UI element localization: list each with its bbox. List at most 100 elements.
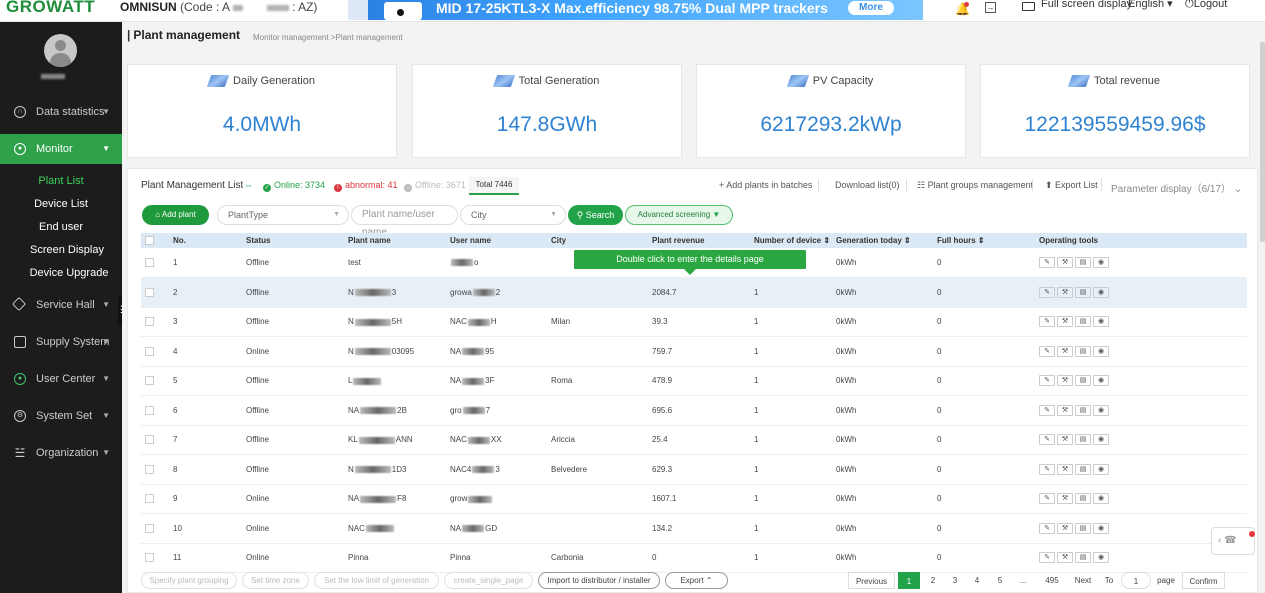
sidebar-subitem-plant-list[interactable]: Plant List bbox=[0, 171, 122, 191]
page-last-button[interactable]: 495 bbox=[1038, 572, 1066, 589]
specify-grouping-button[interactable]: Specify plant grouping bbox=[141, 572, 237, 589]
report-icon[interactable]: ▤ bbox=[1075, 434, 1091, 446]
report-icon[interactable]: ▤ bbox=[1075, 316, 1091, 328]
row-checkbox[interactable] bbox=[145, 258, 154, 268]
page-3-button[interactable]: 3 bbox=[946, 572, 964, 589]
download-list-button[interactable]: Download list(0) bbox=[835, 180, 900, 190]
eye-icon[interactable]: ◉ bbox=[1093, 522, 1109, 534]
settings-icon[interactable]: ⚒ bbox=[1057, 404, 1073, 416]
row-checkbox-cell[interactable] bbox=[141, 454, 169, 485]
edit-icon[interactable]: ✎ bbox=[1039, 286, 1055, 298]
settings-icon[interactable]: ⚒ bbox=[1057, 316, 1073, 328]
abnormal-filter[interactable]: ! abnormal: 41 bbox=[334, 180, 398, 192]
row-user-name[interactable]: NAC XX bbox=[446, 425, 547, 455]
settings-icon[interactable]: ⚒ bbox=[1057, 434, 1073, 446]
table-row[interactable]: 4 Online N 03095 NA 95 759.7 1 0kWh 0 ✎ ⚒ ▤ ◉ bbox=[141, 336, 1247, 367]
eye-icon[interactable]: ◉ bbox=[1093, 404, 1109, 416]
row-checkbox-cell[interactable] bbox=[141, 336, 169, 367]
sidebar-item-monitor[interactable]: ● Monitor ▼ bbox=[0, 134, 122, 164]
settings-icon[interactable]: ⚒ bbox=[1057, 522, 1073, 534]
floating-help-button[interactable]: ‹ ☎ bbox=[1211, 527, 1255, 555]
row-checkbox-cell[interactable] bbox=[141, 307, 169, 337]
report-icon[interactable]: ▤ bbox=[1075, 493, 1091, 505]
table-row[interactable]: 2 Offline N 3 growa 2 2084.7 1 0kWh 0 ✎ ⚒ ▤ ◉ bbox=[141, 277, 1247, 308]
sidebar-subitem-screen-display[interactable]: Screen Display bbox=[0, 240, 122, 260]
sidebar-item-user-center[interactable]: ● User Center ▼ bbox=[0, 364, 122, 394]
settings-icon[interactable]: ⚒ bbox=[1057, 552, 1073, 564]
sidebar-subitem-device-upgrade[interactable]: Device Upgrade bbox=[0, 263, 122, 283]
select-all-checkbox-cell[interactable] bbox=[141, 233, 169, 248]
language-select[interactable]: English ▾ bbox=[1128, 0, 1173, 10]
settings-icon[interactable]: ⚒ bbox=[1057, 257, 1073, 268]
report-icon[interactable]: ▤ bbox=[1075, 552, 1091, 564]
row-user-name[interactable]: grow bbox=[446, 484, 547, 514]
eye-icon[interactable]: ◉ bbox=[1093, 257, 1109, 268]
confirm-page-button[interactable]: Confirm bbox=[1182, 572, 1225, 589]
row-plant-name[interactable]: N 1D3 bbox=[344, 454, 446, 485]
search-button[interactable]: ⚲ Search bbox=[568, 205, 623, 225]
table-row[interactable]: 8 Offline N 1D3 NAC4 3 Belvedere 629.3 1 0kWh 0 ✎ ⚒ ▤… bbox=[141, 454, 1247, 485]
sidebar-item-service-hall[interactable]: Service Hall ▼ bbox=[0, 290, 122, 320]
add-batch-button[interactable]: + Add plants in batches bbox=[719, 180, 812, 190]
set-time-zone-button[interactable]: Set time zone bbox=[242, 572, 309, 589]
row-plant-name[interactable]: NAC bbox=[344, 513, 446, 544]
col-number-of-device[interactable]: Number of device ⇕ bbox=[750, 233, 832, 248]
advanced-screening-button[interactable]: Advanced screening ▼ bbox=[625, 205, 733, 225]
edit-icon[interactable]: ✎ bbox=[1039, 463, 1055, 475]
row-plant-name[interactable]: Pinna bbox=[344, 543, 446, 573]
page-4-button[interactable]: 4 bbox=[968, 572, 986, 589]
row-checkbox[interactable] bbox=[145, 405, 154, 415]
row-plant-name[interactable]: N 5H bbox=[344, 307, 446, 337]
report-icon[interactable]: ▤ bbox=[1075, 522, 1091, 534]
row-checkbox-cell[interactable] bbox=[141, 513, 169, 544]
exit-box-icon[interactable]: → bbox=[985, 2, 996, 13]
fullscreen-link[interactable]: Full screen display bbox=[1041, 0, 1132, 10]
page-scrollbar[interactable] bbox=[1260, 42, 1265, 242]
table-row[interactable]: 5 Offline L NA 3F Roma 478.9 1 0kWh 0 ✎ ⚒ ▤ ◉ bbox=[141, 366, 1247, 396]
row-checkbox[interactable] bbox=[145, 287, 154, 297]
settings-icon[interactable]: ⚒ bbox=[1057, 463, 1073, 475]
row-checkbox[interactable] bbox=[145, 346, 154, 356]
sidebar-item-data-statistics[interactable]: ∩ Data statistics ▼ bbox=[0, 97, 122, 127]
row-checkbox-cell[interactable] bbox=[141, 395, 169, 426]
import-distributor-button[interactable]: Import to distributor / installer bbox=[538, 572, 660, 589]
plant-name-search-input[interactable]: Plant name/user name bbox=[351, 205, 458, 238]
eye-icon[interactable]: ◉ bbox=[1093, 316, 1109, 328]
create-single-page-button[interactable]: create_single_page bbox=[444, 572, 533, 589]
report-icon[interactable]: ▤ bbox=[1075, 463, 1091, 475]
row-checkbox[interactable] bbox=[145, 435, 154, 445]
row-checkbox-cell[interactable] bbox=[141, 248, 169, 278]
edit-icon[interactable]: ✎ bbox=[1039, 552, 1055, 564]
edit-icon[interactable]: ✎ bbox=[1039, 257, 1055, 268]
page-1-button[interactable]: 1 bbox=[898, 572, 920, 589]
sidebar-subitem-device-list[interactable]: Device List bbox=[0, 194, 122, 214]
export-button[interactable]: Export ⌃ bbox=[665, 572, 728, 589]
settings-icon[interactable]: ⚒ bbox=[1057, 375, 1073, 387]
report-icon[interactable]: ▤ bbox=[1075, 375, 1091, 387]
row-checkbox[interactable] bbox=[145, 553, 154, 563]
eye-icon[interactable]: ◉ bbox=[1093, 463, 1109, 475]
row-plant-name[interactable]: N3 bbox=[344, 277, 446, 308]
row-plant-name[interactable]: L bbox=[344, 366, 446, 396]
row-plant-name[interactable]: N 03095 bbox=[344, 336, 446, 367]
row-checkbox[interactable] bbox=[145, 494, 154, 504]
parameter-display-toggle[interactable]: Parameter display（6/17） ⌄ bbox=[1111, 180, 1242, 195]
edit-icon[interactable]: ✎ bbox=[1039, 404, 1055, 416]
edit-icon[interactable]: ✎ bbox=[1039, 522, 1055, 534]
eye-icon[interactable]: ◉ bbox=[1093, 552, 1109, 564]
row-plant-name[interactable]: NA 2B bbox=[344, 395, 446, 426]
edit-icon[interactable]: ✎ bbox=[1039, 375, 1055, 387]
row-checkbox-cell[interactable] bbox=[141, 277, 169, 308]
page-number-input[interactable]: 1 bbox=[1121, 572, 1151, 589]
table-row[interactable]: 7 Offline KL ANN NAC XX Ariccia 25.4 1 0kWh 0 ✎ ⚒ ▤ ◉ bbox=[141, 425, 1247, 455]
promo-banner[interactable]: MID 17-25KTL3-X Max.efficiency 98.75% Du… bbox=[348, 0, 923, 20]
row-user-name[interactable]: NA GD bbox=[446, 513, 547, 544]
col-full-hours[interactable]: Full hours ⇕ bbox=[933, 233, 1035, 248]
total-tab[interactable]: Total 7446 bbox=[469, 177, 519, 195]
settings-icon[interactable]: ⚒ bbox=[1057, 286, 1073, 298]
eye-icon[interactable]: ◉ bbox=[1093, 286, 1109, 298]
row-user-name[interactable]: NA 95 bbox=[446, 336, 547, 367]
next-page-button[interactable]: Next bbox=[1069, 572, 1097, 589]
sidebar-item-system-set[interactable]: ⚙ System Set ▼ bbox=[0, 401, 122, 431]
edit-icon[interactable]: ✎ bbox=[1039, 434, 1055, 446]
